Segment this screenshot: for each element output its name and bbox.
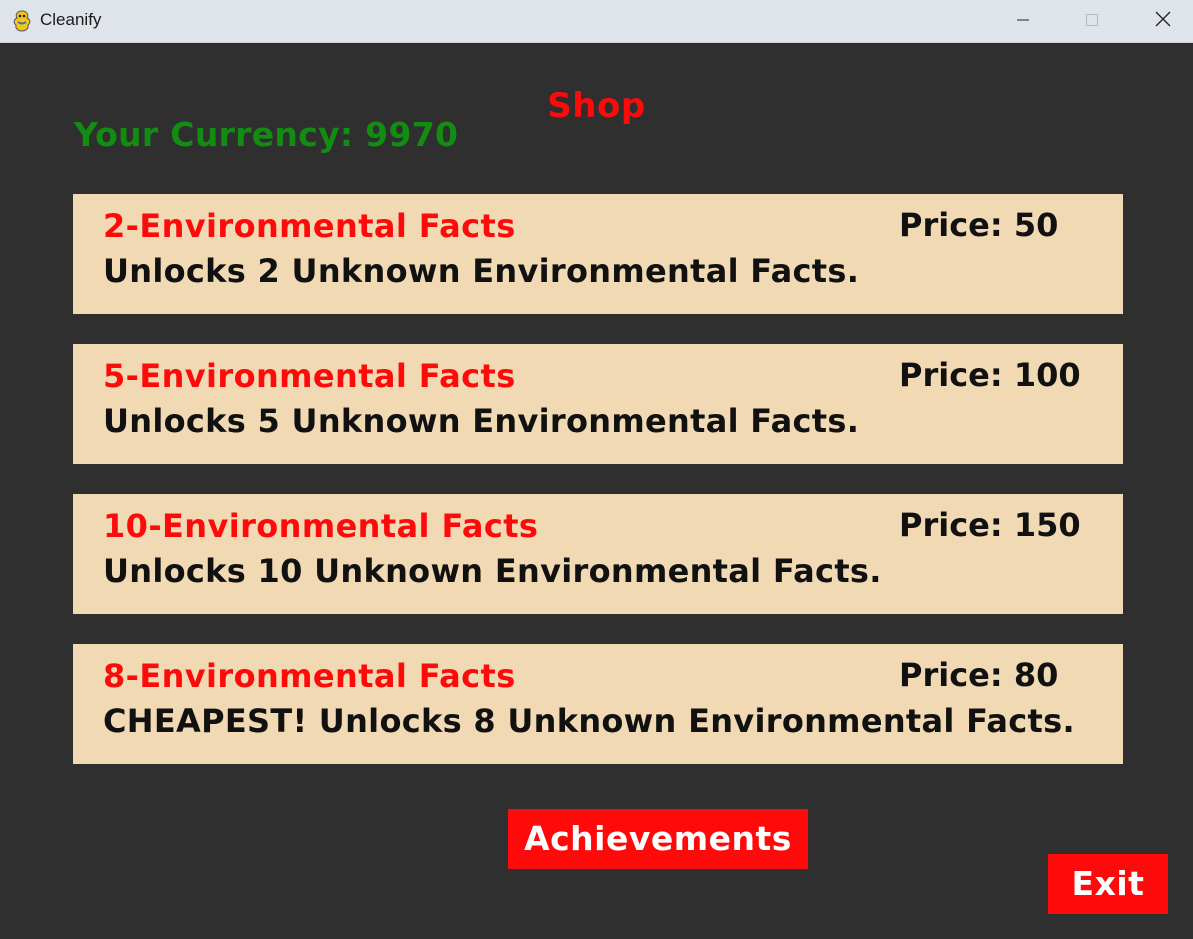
maximize-button[interactable] (1069, 0, 1115, 42)
window-titlebar: Cleanify (0, 0, 1193, 43)
shop-item-name: 5-Environmental Facts (103, 357, 516, 395)
shop-item-price: Price: 50 (899, 206, 1059, 244)
shop-item-name: 2-Environmental Facts (103, 207, 516, 245)
shop-item-name: 8-Environmental Facts (103, 657, 516, 695)
shop-item-10-facts[interactable]: 10-Environmental Facts Price: 150 Unlock… (73, 494, 1123, 614)
exit-button[interactable]: Exit (1048, 854, 1168, 914)
shop-item-description: Unlocks 5 Unknown Environmental Facts. (103, 402, 860, 440)
shop-item-description: Unlocks 2 Unknown Environmental Facts. (103, 252, 860, 290)
shop-item-2-facts[interactable]: 2-Environmental Facts Price: 50 Unlocks … (73, 194, 1123, 314)
minimize-icon (1016, 12, 1030, 31)
shop-item-8-facts[interactable]: 8-Environmental Facts Price: 80 CHEAPEST… (73, 644, 1123, 764)
close-icon (1155, 11, 1171, 31)
pygame-snake-icon (11, 9, 33, 33)
maximize-icon (1085, 12, 1099, 31)
minimize-button[interactable] (1000, 0, 1046, 42)
shop-item-5-facts[interactable]: 5-Environmental Facts Price: 100 Unlocks… (73, 344, 1123, 464)
shop-item-price: Price: 80 (899, 656, 1059, 694)
currency-display: Your Currency: 9970 (74, 115, 459, 154)
shop-item-price: Price: 100 (899, 356, 1081, 394)
window-title: Cleanify (40, 10, 102, 29)
shop-item-name: 10-Environmental Facts (103, 507, 539, 545)
shop-item-price: Price: 150 (899, 506, 1081, 544)
close-button[interactable] (1140, 0, 1186, 42)
shop-item-description: CHEAPEST! Unlocks 8 Unknown Environmenta… (103, 702, 1075, 740)
shop-item-description: Unlocks 10 Unknown Environmental Facts. (103, 552, 882, 590)
achievements-button[interactable]: Achievements (508, 809, 808, 869)
